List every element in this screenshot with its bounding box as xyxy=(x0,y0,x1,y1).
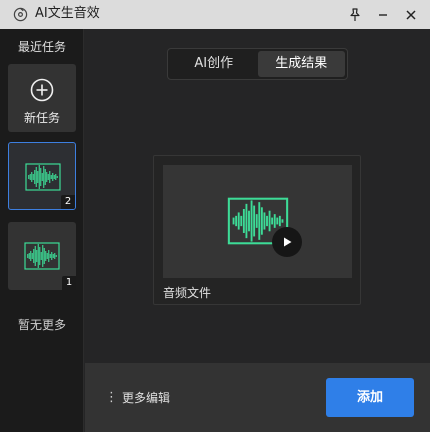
waveform-icon xyxy=(25,163,61,191)
sidebar-title: 最近任务 xyxy=(17,40,66,54)
task-item[interactable]: 2 xyxy=(8,142,76,210)
waveform-icon xyxy=(24,242,60,270)
window-title: AI文生音效 xyxy=(35,6,100,21)
music-note-icon xyxy=(13,7,28,22)
tab-bar: AI创作 生成结果 xyxy=(167,48,348,80)
more-edit-button[interactable]: ⋮ 更多编辑 xyxy=(105,389,170,406)
close-icon xyxy=(406,9,416,20)
task-badge: 1 xyxy=(62,276,76,290)
pin-icon xyxy=(350,7,360,21)
new-task-button[interactable]: 新任务 xyxy=(8,64,76,132)
task-badge: 2 xyxy=(61,195,75,209)
play-button[interactable] xyxy=(272,227,302,257)
sidebar: 最近任务 新任务 2 1 暂无更多 xyxy=(0,29,84,432)
audio-preview[interactable] xyxy=(163,165,352,278)
play-icon xyxy=(284,237,292,247)
no-more-text: 暂无更多 xyxy=(17,318,66,332)
more-vertical-icon: ⋮ xyxy=(105,390,118,405)
footer-bar: ⋮ 更多编辑 添加 xyxy=(85,363,430,432)
title-bar: AI文生音效 xyxy=(0,0,430,29)
add-circle-icon xyxy=(30,78,54,102)
pin-button[interactable] xyxy=(340,0,370,29)
task-item[interactable]: 1 xyxy=(8,222,76,290)
result-card[interactable]: 音频文件 xyxy=(153,155,361,305)
result-label: 音频文件 xyxy=(163,286,212,300)
more-edit-label: 更多编辑 xyxy=(122,391,171,405)
tab-ai-create[interactable]: AI创作 xyxy=(170,51,258,77)
minimize-icon xyxy=(379,13,387,16)
main-panel: AI创作 生成结果 音频文件 xyxy=(85,29,430,363)
add-button[interactable]: 添加 xyxy=(326,378,414,417)
new-task-label: 新任务 xyxy=(23,111,60,125)
close-button[interactable] xyxy=(396,0,426,29)
minimize-button[interactable] xyxy=(368,0,398,29)
tab-results[interactable]: 生成结果 xyxy=(257,51,345,77)
